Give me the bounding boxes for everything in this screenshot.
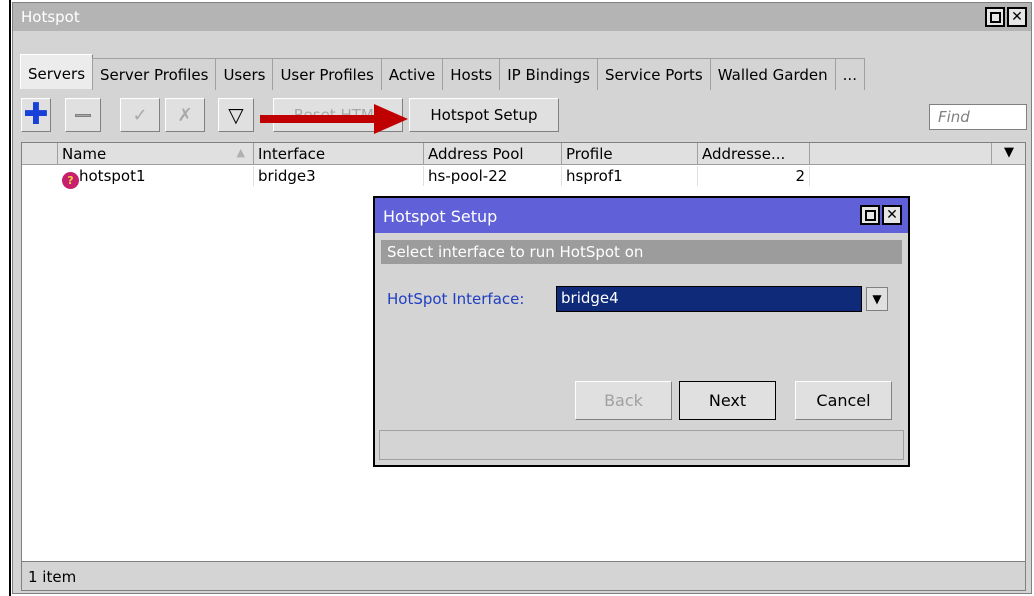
row-address-pool-cell: hs-pool-22 bbox=[424, 166, 562, 186]
tab-active[interactable]: Active bbox=[380, 58, 444, 90]
cross-icon: ✗ bbox=[177, 104, 193, 126]
find-input[interactable]: Find bbox=[929, 104, 1027, 130]
status-bar: 1 item bbox=[21, 561, 1026, 591]
maximize-icon[interactable] bbox=[985, 7, 1005, 27]
sort-asc-icon: ▲ bbox=[236, 146, 245, 159]
dialog-maximize-icon[interactable] bbox=[860, 205, 880, 225]
tab-server-profiles[interactable]: Server Profiles bbox=[92, 58, 217, 90]
dialog-title: Hotspot Setup bbox=[383, 207, 498, 226]
dropdown-arrow-icon[interactable]: ▼ bbox=[866, 287, 888, 311]
window-title: Hotspot bbox=[21, 8, 80, 26]
cancel-button[interactable]: Cancel bbox=[795, 381, 892, 420]
hotspot-setup-button[interactable]: Hotspot Setup bbox=[409, 98, 559, 132]
table-header: Name ▲ Interface Address Pool Profile Ad… bbox=[22, 143, 1025, 165]
enable-button[interactable]: ✓ bbox=[120, 98, 160, 132]
column-interface[interactable]: Interface bbox=[254, 143, 424, 165]
window-titlebar: Hotspot ✕ bbox=[13, 3, 1031, 31]
red-arrow-icon bbox=[260, 104, 408, 134]
header-spacer bbox=[22, 143, 58, 165]
row-interface-cell: bridge3 bbox=[254, 166, 424, 186]
tab-user-profiles[interactable]: User Profiles bbox=[272, 58, 382, 90]
close-icon[interactable]: ✕ bbox=[1007, 7, 1027, 27]
check-icon: ✓ bbox=[132, 104, 148, 126]
remove-button[interactable] bbox=[65, 98, 101, 132]
back-button[interactable]: Back bbox=[575, 381, 672, 420]
left-edge bbox=[0, 0, 12, 596]
tab-more[interactable]: ... bbox=[834, 58, 865, 90]
hotspot-interface-label: HotSpot Interface: bbox=[387, 290, 525, 308]
hotspot-interface-select[interactable]: bridge4 bbox=[556, 286, 862, 312]
filter-button[interactable]: ▽ bbox=[218, 98, 254, 132]
tab-servers[interactable]: Servers bbox=[20, 54, 94, 89]
dialog-status-bar bbox=[379, 430, 904, 460]
dialog-subtitle: Select interface to run HotSpot on bbox=[381, 240, 902, 264]
toolbar: ✚ ✓ ✗ ▽ Reset HTML Hotspot Setup Find bbox=[13, 92, 1031, 138]
tab-bar: Servers Server Profiles Users User Profi… bbox=[20, 54, 865, 90]
row-name-cell: ? hotspot1 bbox=[58, 166, 254, 189]
table-row[interactable]: ? hotspot1 bridge3 hs-pool-22 hsprof1 2 bbox=[22, 166, 1025, 189]
minus-icon bbox=[75, 113, 91, 117]
add-button[interactable]: ✚ bbox=[21, 98, 51, 132]
row-addresses-cell: 2 bbox=[698, 166, 810, 186]
tab-hosts[interactable]: Hosts bbox=[442, 58, 501, 90]
dialog-titlebar: Hotspot Setup ✕ bbox=[375, 198, 908, 233]
tab-service-ports[interactable]: Service Ports bbox=[596, 58, 711, 90]
plus-icon: ✚ bbox=[23, 97, 49, 132]
column-extra bbox=[810, 143, 992, 165]
column-menu-icon[interactable]: ▼ bbox=[992, 143, 1026, 165]
disable-button[interactable]: ✗ bbox=[165, 98, 205, 132]
hotspot-setup-dialog: Hotspot Setup ✕ Select interface to run … bbox=[373, 196, 910, 467]
row-profile-cell: hsprof1 bbox=[562, 166, 698, 186]
tab-users[interactable]: Users bbox=[215, 58, 274, 90]
column-addresses[interactable]: Addresse... bbox=[698, 143, 810, 165]
column-address-pool[interactable]: Address Pool bbox=[424, 143, 562, 165]
tab-walled-garden[interactable]: Walled Garden bbox=[709, 58, 836, 90]
tab-ip-bindings[interactable]: IP Bindings bbox=[499, 58, 598, 90]
dialog-close-icon[interactable]: ✕ bbox=[882, 205, 902, 225]
filter-icon: ▽ bbox=[228, 103, 244, 127]
hotspot-server-icon: ? bbox=[62, 172, 79, 189]
next-button[interactable]: Next bbox=[679, 381, 776, 420]
column-profile[interactable]: Profile bbox=[562, 143, 698, 165]
column-name[interactable]: Name ▲ bbox=[58, 143, 254, 165]
